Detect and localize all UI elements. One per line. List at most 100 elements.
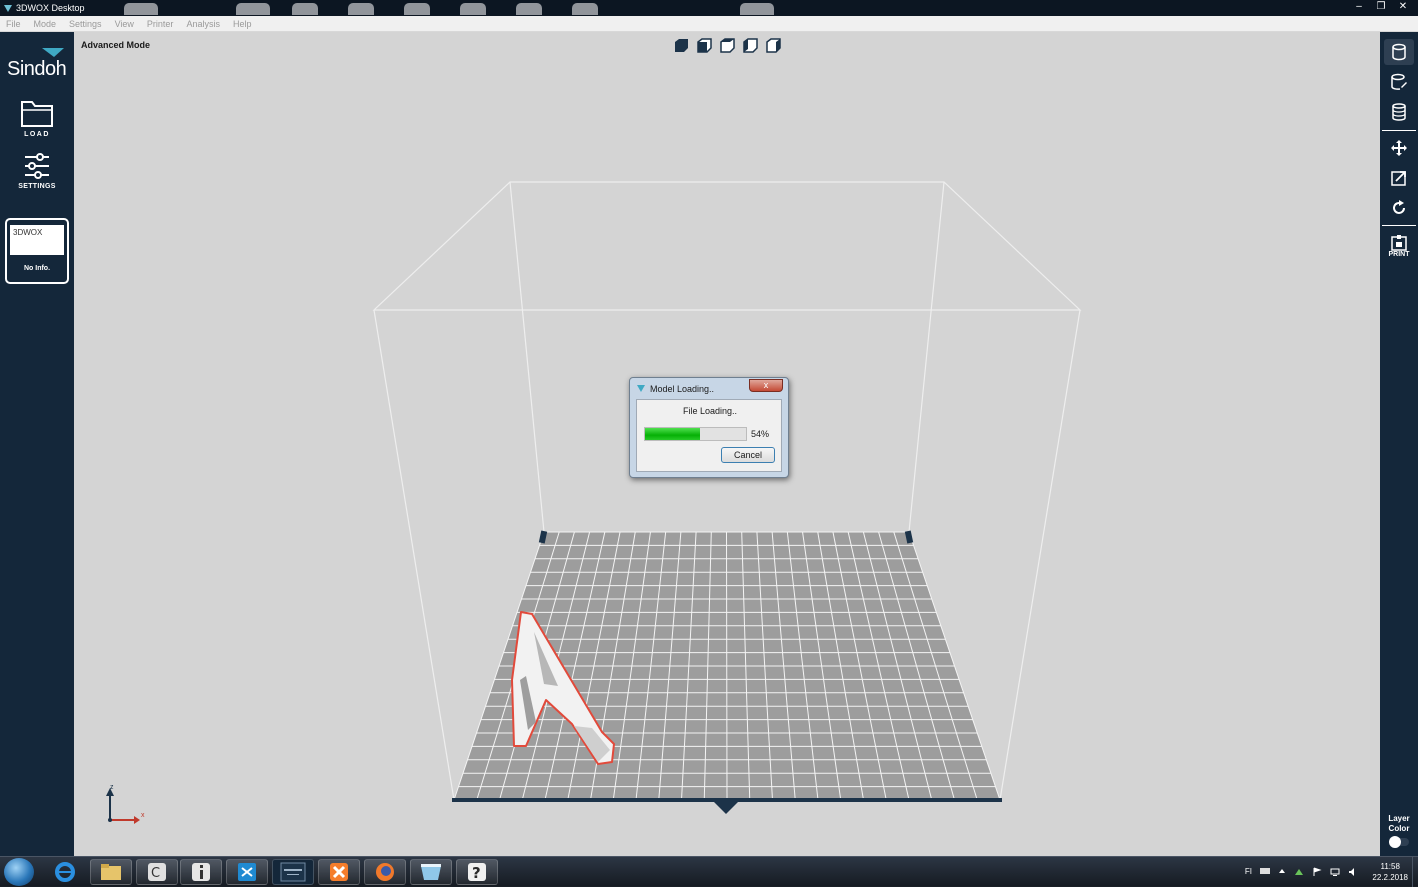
scale-button[interactable] (1384, 165, 1414, 191)
model-view-button[interactable] (1384, 39, 1414, 65)
system-tray: FI (1245, 867, 1358, 877)
axis-z-label: z (110, 784, 114, 791)
menu-printer[interactable]: Printer (147, 19, 174, 29)
help-icon: ? (468, 863, 486, 882)
volume-icon[interactable] (1348, 867, 1358, 877)
toolbar-separator (1382, 225, 1416, 226)
titlebar-glass (740, 3, 774, 15)
dialog-title: Model Loading.. (650, 384, 715, 394)
start-button[interactable] (4, 858, 34, 886)
taskbar: C ? FI 11:58 22.2.2018 (0, 856, 1418, 887)
layer-view-button[interactable] (1384, 99, 1414, 125)
settings-label: SETTINGS (18, 183, 56, 190)
menu-file[interactable]: File (6, 19, 21, 29)
taskbar-explorer[interactable] (90, 859, 132, 885)
menu-help[interactable]: Help (233, 19, 252, 29)
axis-x-label: x (141, 812, 145, 819)
support-edit-button[interactable] (1384, 69, 1414, 95)
bed-front-edge (452, 798, 1002, 802)
layer-color-toggle[interactable] (1389, 836, 1409, 848)
slicer-app-icon (421, 864, 441, 880)
right-sidebar: PRINT Layer Color (1380, 32, 1418, 856)
sindoh-logo-mark-icon (42, 48, 64, 57)
sliders-icon (25, 153, 49, 179)
titlebar-glass (572, 3, 598, 15)
titlebar-glass (516, 3, 542, 15)
network-icon[interactable] (1330, 867, 1340, 877)
keyboard-icon[interactable] (1260, 867, 1270, 875)
brand-logo: Sindoh (7, 58, 67, 80)
dialog-message: File Loading.. (682, 406, 738, 416)
titlebar-glass (404, 3, 430, 15)
rotate-icon (1393, 200, 1405, 214)
titlebar-glass (348, 3, 374, 15)
taskbar-xampp[interactable] (318, 859, 360, 885)
vscode-icon (238, 863, 256, 881)
layer-color-label: Layer Color (1388, 814, 1410, 833)
cylinder-pencil-icon (1391, 73, 1407, 90)
action-center-flag-icon[interactable] (1312, 867, 1322, 877)
tray-language[interactable]: FI (1245, 867, 1252, 877)
taskbar-clock[interactable]: 11:58 22.2.2018 (1372, 861, 1408, 883)
clock-time: 11:58 (1380, 862, 1400, 871)
taskbar-slicer[interactable] (410, 859, 452, 885)
toggle-knob (1389, 836, 1401, 848)
show-desktop-button[interactable] (1412, 857, 1418, 887)
taskbar-vscode[interactable] (226, 859, 268, 885)
taskbar-ie[interactable] (44, 859, 86, 885)
app-icon (4, 5, 12, 12)
layers-icon (1392, 103, 1406, 121)
print-button[interactable]: PRINT (1384, 230, 1414, 262)
menu-bar: File Mode Settings View Printer Analysis… (0, 16, 1418, 32)
dialog-app-icon (637, 385, 645, 392)
minimize-button[interactable]: ‒ (1350, 0, 1368, 14)
cancel-button[interactable]: Cancel (721, 447, 775, 463)
printer-name: 3DWOX (10, 225, 64, 255)
taskbar-ccleaner[interactable]: C (136, 859, 178, 885)
firefox-icon (376, 863, 394, 881)
info-icon (192, 863, 210, 881)
menu-view[interactable]: View (115, 19, 134, 29)
dialog-body: File Loading.. 54% Cancel (636, 399, 782, 472)
close-button[interactable]: ✕ (1394, 0, 1412, 14)
taskbar-help[interactable]: ? (456, 859, 498, 885)
titlebar-glass (236, 3, 270, 15)
cylinder-icon (1392, 43, 1406, 61)
progress-bar (644, 427, 747, 441)
printer-info: No Info. (23, 265, 51, 272)
dialog-close-button[interactable]: x (749, 379, 783, 392)
restore-button[interactable]: ❐ (1372, 0, 1390, 14)
scale-icon (1391, 171, 1406, 186)
print-label: PRINT (1388, 250, 1410, 258)
update-icon[interactable] (1294, 867, 1304, 877)
internet-explorer-icon (55, 862, 75, 882)
titlebar-glass (460, 3, 486, 15)
rotate-button[interactable] (1384, 195, 1414, 221)
toolbar-separator (1382, 130, 1416, 131)
taskbar-firefox[interactable] (364, 859, 406, 885)
printer-card[interactable]: 3DWOX No Info. (5, 218, 69, 284)
front-marker-icon (714, 802, 738, 814)
move-arrows-icon (1391, 140, 1407, 156)
taskbar-info[interactable] (180, 859, 222, 885)
left-sidebar: Sindoh LOAD SETTINGS 3DWOX No Info. (0, 32, 74, 856)
taskbar-3dwox[interactable] (272, 859, 314, 885)
xampp-icon (330, 863, 348, 881)
menu-mode[interactable]: Mode (34, 19, 57, 29)
ccleaner-icon: C (148, 863, 166, 881)
folder-icon (21, 101, 53, 127)
clock-date: 22.2.2018 (1372, 873, 1408, 882)
settings-button[interactable]: SETTINGS (10, 152, 64, 190)
menu-settings[interactable]: Settings (69, 19, 102, 29)
menu-analysis[interactable]: Analysis (186, 19, 220, 29)
file-explorer-icon (101, 864, 121, 880)
3dwox-app-icon (280, 862, 306, 882)
load-button[interactable]: LOAD (10, 98, 64, 138)
window-titlebar: 3DWOX Desktop ‒ ❐ ✕ (0, 0, 1418, 16)
svg-text:?: ? (472, 864, 481, 882)
titlebar-glass (292, 3, 318, 15)
tray-expand-icon[interactable] (1278, 867, 1286, 875)
move-button[interactable] (1384, 135, 1414, 161)
svg-text:C: C (151, 866, 160, 881)
progress-percent: 54% (751, 429, 770, 439)
